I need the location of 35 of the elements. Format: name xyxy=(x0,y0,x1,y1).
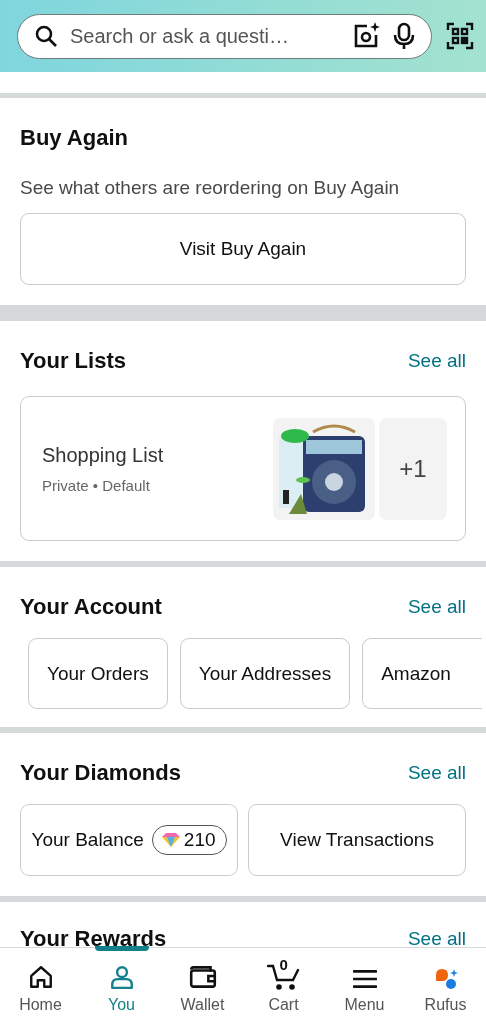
section-title: Your Diamonds xyxy=(20,760,181,786)
microphone-icon[interactable] xyxy=(391,22,417,50)
balance-label: Your Balance xyxy=(31,829,144,851)
nav-tab[interactable]: Rufus xyxy=(405,948,486,1024)
wallet-icon xyxy=(187,964,218,990)
section-title: Your Account xyxy=(20,594,162,620)
nav-tab[interactable]: 0 Cart xyxy=(243,948,324,1024)
list-meta: Private • Default xyxy=(42,476,151,494)
see-all-link[interactable]: See all xyxy=(407,762,466,784)
section-subtitle: See what others are reordering on Buy Again xyxy=(20,177,401,199)
section-title: Buy Again xyxy=(20,125,128,151)
see-all-link[interactable]: See all xyxy=(407,596,466,618)
more-items-count: +1 xyxy=(379,417,447,520)
list-name: Shopping List xyxy=(42,443,165,467)
search-icon xyxy=(34,24,58,48)
list-card[interactable]: Shopping List Private • Default +1 xyxy=(20,396,466,541)
chat-bubbles-icon xyxy=(433,966,458,990)
menu-icon xyxy=(351,968,378,990)
nav-tab[interactable]: Menu xyxy=(324,948,405,1024)
visit-buy-again-button[interactable]: Visit Buy Again xyxy=(20,213,466,285)
see-all-link[interactable]: See all xyxy=(407,350,466,372)
account-button[interactable]: Your Orders xyxy=(28,638,168,709)
search-field[interactable]: Search or ask a questi… xyxy=(17,13,432,59)
scan-code-icon[interactable] xyxy=(446,22,474,50)
balance-button[interactable]: Your Balance 210 xyxy=(20,804,238,876)
view-transactions-button[interactable]: View Transactions xyxy=(248,804,466,876)
cart-count: 0 xyxy=(279,956,288,973)
home-icon xyxy=(27,964,54,990)
see-all-link[interactable]: See all xyxy=(407,928,466,950)
account-button[interactable]: Amazon xyxy=(362,638,483,709)
diamond-icon xyxy=(161,833,180,847)
person-icon xyxy=(108,964,135,990)
section-title: Your Lists xyxy=(20,348,126,374)
account-button[interactable]: Your Addresses xyxy=(179,638,351,709)
cart-icon xyxy=(266,962,301,990)
